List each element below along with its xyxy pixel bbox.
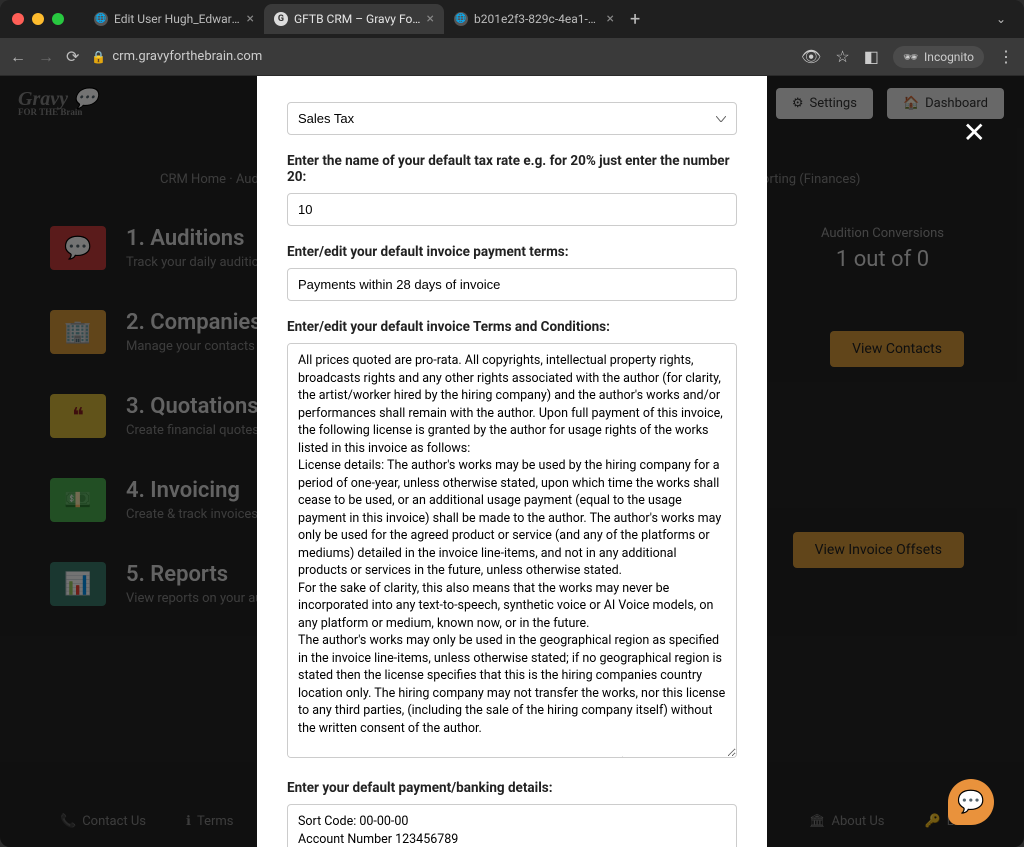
traffic-lights: [12, 13, 64, 25]
address-bar[interactable]: 🔒 crm.gravyforthebrain.com: [91, 49, 789, 64]
window-titlebar: 🌐 Edit User Hugh_Edwards ‹ GFT × G GFTB …: [0, 0, 1024, 38]
window-max-button[interactable]: [52, 13, 64, 25]
incognito-label: Incognito: [924, 50, 974, 64]
banking-textarea[interactable]: [287, 804, 737, 847]
close-icon[interactable]: ×: [247, 11, 254, 27]
incognito-icon: 🕶: [903, 50, 918, 64]
chat-icon: 💬: [957, 790, 984, 815]
close-icon[interactable]: ×: [607, 11, 614, 27]
incognito-badge[interactable]: 🕶 Incognito: [893, 46, 984, 68]
close-icon[interactable]: ×: [427, 11, 434, 27]
browser-tab-2[interactable]: G GFTB CRM – Gravy For The Bra ×: [264, 4, 444, 34]
terms-conditions-textarea[interactable]: [287, 343, 737, 758]
reload-button[interactable]: ⟳: [66, 47, 79, 66]
tax-rate-input[interactable]: [287, 193, 737, 226]
tab-title: b201e2f3-829c-4ea1-ac20-20: [474, 12, 601, 26]
browser-tab-1[interactable]: 🌐 Edit User Hugh_Edwards ‹ GFT ×: [84, 4, 264, 34]
settings-modal: Enter the name of your default tax name …: [257, 76, 767, 847]
kebab-menu-icon[interactable]: ⋮: [998, 47, 1014, 66]
forward-button[interactable]: →: [38, 47, 54, 67]
payment-terms-input[interactable]: [287, 268, 737, 301]
eye-off-icon[interactable]: 👁: [801, 47, 821, 66]
window-min-button[interactable]: [32, 13, 44, 25]
globe-icon: 🌐: [94, 12, 108, 26]
back-button[interactable]: ←: [10, 47, 26, 67]
new-tab-button[interactable]: +: [624, 9, 646, 30]
star-icon[interactable]: ☆: [835, 47, 849, 66]
window-close-button[interactable]: [12, 13, 24, 25]
globe-icon: 🌐: [454, 12, 468, 26]
url-text: crm.gravyforthebrain.com: [112, 49, 262, 64]
chat-widget-button[interactable]: 💬: [948, 779, 994, 825]
close-modal-button[interactable]: ✕: [963, 116, 986, 149]
tab-title: GFTB CRM – Gravy For The Bra: [294, 12, 421, 26]
payment-terms-label: Enter/edit your default invoice payment …: [287, 244, 737, 260]
site-icon: G: [274, 12, 288, 26]
chevron-down-icon[interactable]: ⌄: [996, 12, 1012, 26]
lock-icon: 🔒: [91, 50, 106, 64]
banking-label: Enter your default payment/banking detai…: [287, 780, 737, 796]
tax-rate-label: Enter the name of your default tax rate …: [287, 153, 737, 185]
tax-name-select[interactable]: Sales Tax: [287, 102, 737, 135]
tab-title: Edit User Hugh_Edwards ‹ GFT: [114, 12, 241, 26]
panel-icon[interactable]: ◧: [864, 47, 879, 66]
browser-tab-3[interactable]: 🌐 b201e2f3-829c-4ea1-ac20-20 ×: [444, 4, 624, 34]
terms-conditions-label: Enter/edit your default invoice Terms an…: [287, 319, 737, 335]
browser-toolbar: ← → ⟳ 🔒 crm.gravyforthebrain.com 👁 ☆ ◧ 🕶…: [0, 38, 1024, 76]
browser-tabs: 🌐 Edit User Hugh_Edwards ‹ GFT × G GFTB …: [84, 0, 1012, 38]
